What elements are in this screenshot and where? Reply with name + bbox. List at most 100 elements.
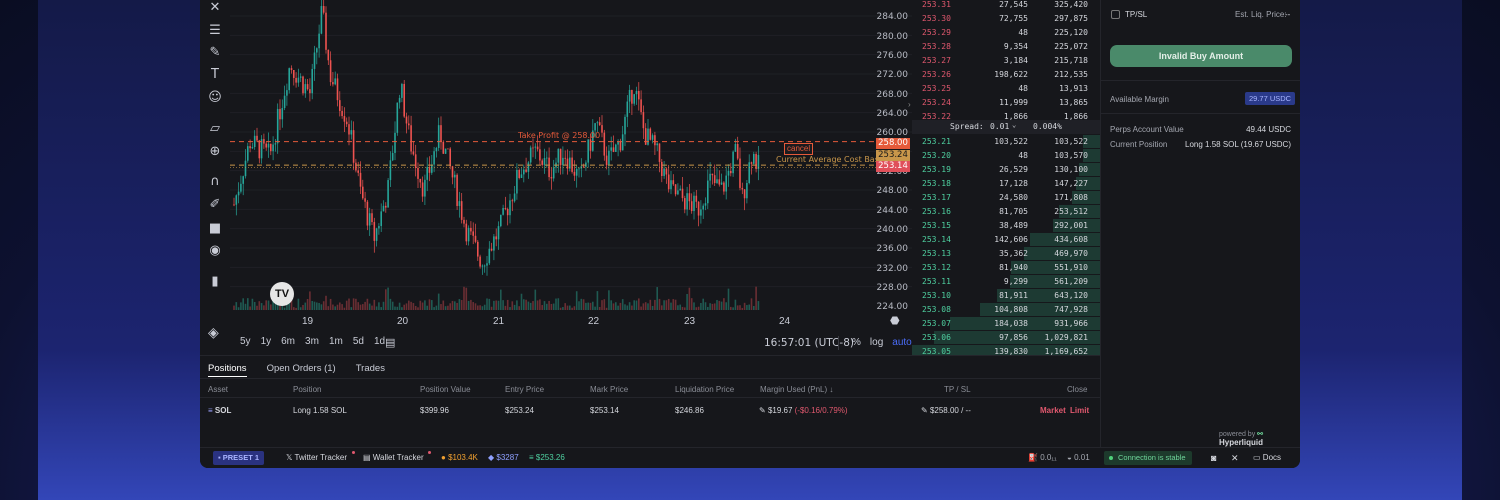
price-chart[interactable]: Take Profit @ 258.00 Current Average Cos… (230, 0, 912, 325)
candle-body (621, 134, 624, 151)
range-1y[interactable]: 1y (261, 336, 272, 347)
bid-row[interactable]: 253.14 142,606 434,608 (912, 233, 1100, 247)
ask-row[interactable]: 253.27 3,184 215,718 (912, 54, 1100, 68)
edit-margin-icon[interactable]: ✎ (759, 406, 766, 415)
ask-row[interactable]: 253.25 48 13,913 (912, 82, 1100, 96)
bid-row[interactable]: 253.16 81,705 253,512 (912, 205, 1100, 219)
volume-bar (543, 301, 546, 310)
brush-icon[interactable]: ✎ (206, 45, 224, 61)
col-margin-used[interactable]: Margin Used (PnL) ↓ (760, 385, 833, 394)
bid-total: 747,928 (1054, 305, 1088, 314)
bid-row[interactable]: 253.13 35,362 469,970 (912, 247, 1100, 261)
preset-button[interactable]: ▪ PRESET 1 (213, 451, 265, 465)
bid-row[interactable]: 253.20 48 103,570 (912, 149, 1100, 163)
powered-by[interactable]: powered by ⚯ Hyperliquid (1219, 430, 1300, 447)
volume-bar (313, 301, 316, 310)
range-6m[interactable]: 6m (281, 336, 295, 347)
crosshair-icon[interactable]: ✕ (206, 0, 224, 16)
tab-trades[interactable]: Trades (356, 363, 385, 377)
layers-icon[interactable]: ◈ (208, 325, 219, 341)
lock-drawing-icon[interactable]: ✐ (206, 197, 224, 213)
bid-row[interactable]: 253.19 26,529 130,100 (912, 163, 1100, 177)
auto-toggle[interactable]: auto (892, 337, 911, 348)
x-icon[interactable]: ✕ (1231, 453, 1239, 464)
candle-body (405, 116, 408, 124)
candle-body (235, 195, 238, 205)
close-market-button[interactable]: Market (1040, 406, 1066, 415)
ask-row[interactable]: 253.29 48 225,120 (912, 26, 1100, 40)
bid-row[interactable]: 253.06 97,856 1,029,821 (912, 331, 1100, 345)
candle-body (431, 164, 433, 173)
ask-row[interactable]: 253.24 11,999 13,865 (912, 96, 1100, 110)
volume-bar (493, 300, 495, 310)
bid-row[interactable]: 253.21 103,522 103,522 (912, 135, 1100, 149)
bid-row[interactable]: 253.11 9,299 561,209 (912, 275, 1100, 289)
wallet-tracker-button[interactable]: ▤ Wallet Tracker (363, 453, 424, 462)
bid-row[interactable]: 253.10 81,911 643,120 (912, 289, 1100, 303)
tpsl-checkbox[interactable] (1111, 10, 1120, 19)
cancel-order-button[interactable]: cancel (784, 143, 814, 155)
range-3m[interactable]: 3m (305, 336, 319, 347)
bid-row[interactable]: 253.15 38,489 292,001 (912, 219, 1100, 233)
trash-icon[interactable]: ▮ (206, 274, 224, 290)
bid-row[interactable]: 253.08 104,808 747,928 (912, 303, 1100, 317)
range-5d[interactable]: 5d (353, 336, 364, 347)
text-icon[interactable]: T (206, 67, 224, 83)
range-5y[interactable]: 5y (240, 336, 251, 347)
candle-body (364, 198, 366, 202)
bid-row[interactable]: 253.12 81,940 551,910 (912, 261, 1100, 275)
collapse-arrow-icon[interactable]: › (908, 100, 911, 109)
bid-row[interactable]: 253.07 184,038 931,966 (912, 317, 1100, 331)
ask-row[interactable]: 253.28 9,354 225,072 (912, 40, 1100, 54)
position-asset[interactable]: ≡ SOL (208, 406, 231, 415)
zoom-icon[interactable]: ⊕ (206, 144, 224, 160)
candle-body (677, 190, 679, 195)
magnet-icon[interactable]: ∩ (206, 174, 224, 190)
log-toggle[interactable]: log (870, 337, 883, 348)
volume-bar (440, 304, 442, 310)
candle-body (396, 102, 399, 133)
volume-bar (306, 299, 309, 310)
ask-row[interactable]: 253.22 1,866 1,866 (912, 110, 1100, 124)
bid-row[interactable]: 253.18 17,128 147,227 (912, 177, 1100, 191)
volume-bar (279, 305, 281, 310)
ask-row[interactable]: 253.26 198,622 212,535 (912, 68, 1100, 82)
edit-tpsl-icon[interactable]: ✎ (921, 406, 928, 415)
range-1m[interactable]: 1m (329, 336, 343, 347)
ruler-icon[interactable]: ▱ (206, 121, 224, 137)
ask-row[interactable]: 253.31 27,545 325,420 (912, 0, 1100, 12)
divider (1101, 80, 1300, 81)
candle-body (375, 228, 378, 241)
volume-bar (532, 301, 534, 310)
range-1d[interactable]: 1d (374, 336, 385, 347)
trendline-icon[interactable]: ☰ (206, 23, 224, 39)
emoji-icon[interactable]: ☺ (206, 90, 224, 106)
volume-bar (601, 300, 603, 310)
ask-row[interactable]: 253.30 72,755 297,875 (912, 12, 1100, 26)
discord-icon[interactable]: ◙ (1211, 453, 1216, 463)
chart-time[interactable]: 16:57:01 (UTC-8) (764, 337, 854, 349)
candle-body (368, 213, 371, 226)
buy-button[interactable]: Invalid Buy Amount (1110, 45, 1292, 67)
volume-bar (447, 305, 449, 310)
settings-icon[interactable]: ⬣ (890, 314, 900, 327)
close-limit-button[interactable]: Limit (1070, 406, 1089, 415)
date-range-icon[interactable]: ▤ (385, 336, 395, 349)
lock-icon[interactable]: ■ (206, 221, 224, 237)
candle-body (288, 68, 290, 91)
volume-bar (697, 306, 700, 310)
ask-total: 225,072 (1054, 42, 1088, 51)
eth-price[interactable]: ◆ $3287 (488, 453, 519, 462)
twitter-tracker-button[interactable]: 𝕏 Twitter Tracker (286, 453, 347, 462)
tab-open-orders[interactable]: Open Orders (1) (267, 363, 336, 377)
ask-price: 253.31 (922, 0, 951, 9)
tab-positions[interactable]: Positions (208, 363, 247, 377)
btc-price[interactable]: ● $103.4K (441, 453, 478, 462)
margin-value: $19.67 (767, 406, 793, 415)
bid-row[interactable]: 253.17 24,580 171,808 (912, 191, 1100, 205)
docs-link[interactable]: ▭ Docs (1253, 453, 1281, 462)
percent-toggle[interactable]: % (852, 337, 861, 348)
sol-price[interactable]: ≡ $253.26 (529, 453, 565, 462)
tradingview-logo[interactable]: TV (270, 282, 294, 306)
visibility-icon[interactable]: ◉ (206, 243, 224, 259)
